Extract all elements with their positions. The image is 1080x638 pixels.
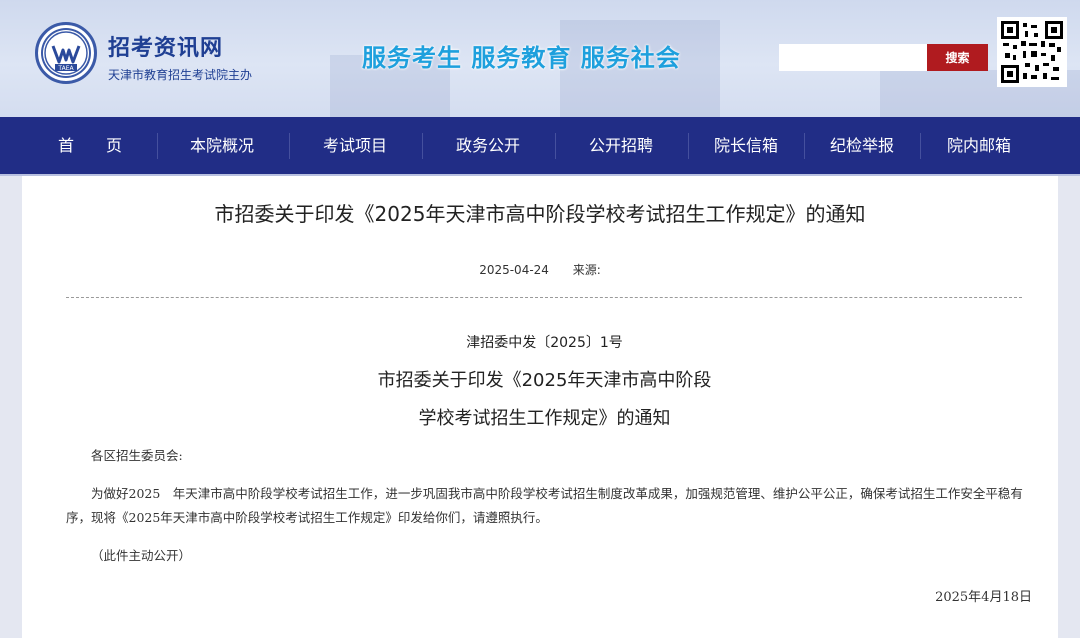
document-number: 津招委中发〔2025〕1号 <box>466 335 623 351</box>
document-title-line-2: 学校考试招生工作规定》的通知 <box>418 408 671 429</box>
nav-divider <box>289 133 290 159</box>
nav-divider <box>555 133 556 159</box>
article-meta: 2025-04-24 来源: <box>22 261 1058 278</box>
nav-item-exams[interactable]: 考试项目 <box>305 117 405 174</box>
signed-date: 2025年4月18日 <box>935 590 1032 605</box>
nav-item-public-affairs[interactable]: 政务公开 <box>438 117 538 174</box>
nav-item-internal-mail[interactable]: 院内邮箱 <box>929 117 1029 174</box>
nav-divider <box>688 133 689 159</box>
nav-item-home[interactable]: 首 页 <box>40 117 140 174</box>
site-logo-icon[interactable]: TAEA <box>35 22 97 84</box>
search-button[interactable]: 搜索 <box>927 44 988 71</box>
main-nav: 首 页 本院概况 考试项目 政务公开 公开招聘 院长信箱 纪检举报 院内邮箱 <box>0 117 1080 176</box>
site-header: TAEA 招考资讯网 天津市教育招生考试院主办 服务考生 服务教育 服务社会 搜… <box>0 0 1080 117</box>
divider <box>66 297 1022 298</box>
nav-divider <box>157 133 158 159</box>
article-panel: 市招委关于印发《2025年天津市高中阶段学校考试招生工作规定》的通知 2025-… <box>22 176 1058 638</box>
nav-divider <box>920 133 921 159</box>
nav-item-about[interactable]: 本院概况 <box>172 117 272 174</box>
qr-code-icon <box>997 17 1067 87</box>
nav-divider <box>804 133 805 159</box>
document-title-line-1: 市招委关于印发《2025年天津市高中阶段 <box>377 370 712 391</box>
publish-date: 2025-04-24 <box>479 263 549 277</box>
site-host: 天津市教育招生考试院主办 <box>108 68 253 82</box>
nav-divider <box>422 133 423 159</box>
logo-text: TAEA <box>57 65 74 72</box>
site-slogan: 服务考生 服务教育 服务社会 <box>362 43 681 72</box>
site-name[interactable]: 招考资讯网 <box>108 30 223 62</box>
search-input[interactable] <box>779 44 927 71</box>
nav-item-president-mailbox[interactable]: 院长信箱 <box>696 117 796 174</box>
nav-item-recruitment[interactable]: 公开招聘 <box>571 117 671 174</box>
article-body: 为做好2025 年天津市高中阶段学校考试招生工作，进一步巩固我市高中阶段学校考试… <box>66 486 1023 525</box>
emblem-glyph-icon: TAEA <box>44 31 88 75</box>
page-title: 市招委关于印发《2025年天津市高中阶段学校考试招生工作规定》的通知 <box>214 202 866 226</box>
disclosure-note: （此件主动公开） <box>91 548 192 563</box>
qr-code-graphic <box>1001 21 1063 83</box>
source-label: 来源: <box>572 263 601 277</box>
nav-item-discipline-report[interactable]: 纪检举报 <box>812 117 912 174</box>
salutation: 各区招生委员会: <box>91 448 183 463</box>
